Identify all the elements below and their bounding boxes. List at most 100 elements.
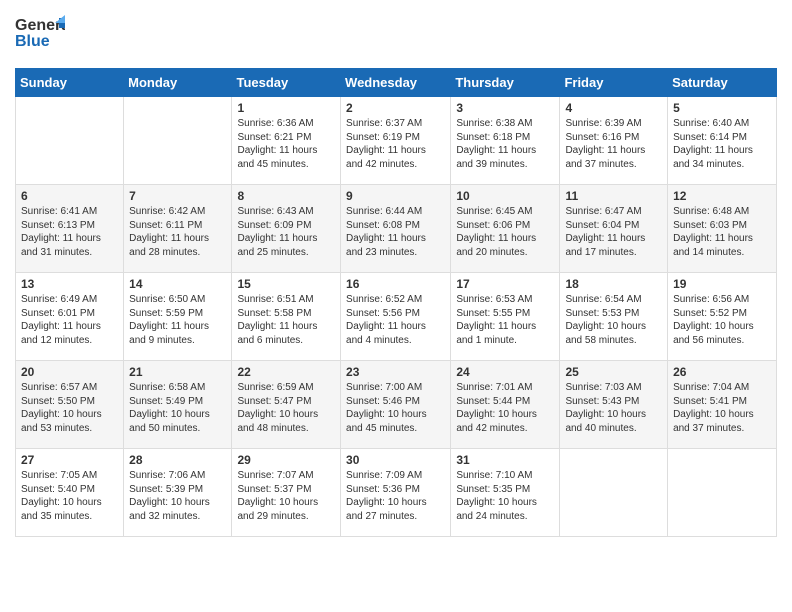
- day-number: 10: [456, 189, 554, 203]
- day-info: Sunrise: 6:59 AMSunset: 5:47 PMDaylight:…: [237, 381, 335, 435]
- day-info: Sunrise: 6:43 AMSunset: 6:09 PMDaylight:…: [237, 205, 335, 259]
- calendar-cell: 27 Sunrise: 7:05 AMSunset: 5:40 PMDayligh…: [16, 449, 124, 537]
- calendar-cell: 13 Sunrise: 6:49 AMSunset: 6:01 PMDayligh…: [16, 273, 124, 361]
- day-number: 12: [673, 189, 771, 203]
- calendar-cell: 7 Sunrise: 6:42 AMSunset: 6:11 PMDaylight…: [124, 185, 232, 273]
- day-number: 18: [565, 277, 662, 291]
- calendar-table: SundayMondayTuesdayWednesdayThursdayFrid…: [15, 68, 777, 537]
- calendar-cell: 10 Sunrise: 6:45 AMSunset: 6:06 PMDayligh…: [451, 185, 560, 273]
- header: General Blue: [15, 10, 777, 60]
- day-number: 8: [237, 189, 335, 203]
- calendar-cell: [16, 97, 124, 185]
- day-info: Sunrise: 6:54 AMSunset: 5:53 PMDaylight:…: [565, 293, 662, 347]
- weekday-header-tuesday: Tuesday: [232, 69, 341, 97]
- day-info: Sunrise: 6:38 AMSunset: 6:18 PMDaylight:…: [456, 117, 554, 171]
- day-number: 22: [237, 365, 335, 379]
- day-number: 1: [237, 101, 335, 115]
- weekday-header-monday: Monday: [124, 69, 232, 97]
- weekday-header-wednesday: Wednesday: [341, 69, 451, 97]
- day-number: 30: [346, 453, 445, 467]
- weekday-header-friday: Friday: [560, 69, 668, 97]
- calendar-cell: 19Sunrise: 6:56 AMSunset: 5:52 PMDayligh…: [668, 273, 777, 361]
- calendar-cell: 21Sunrise: 6:58 AMSunset: 5:49 PMDayligh…: [124, 361, 232, 449]
- day-number: 24: [456, 365, 554, 379]
- day-number: 14: [129, 277, 226, 291]
- day-number: 29: [237, 453, 335, 467]
- calendar-week-row: 6 Sunrise: 6:41 AMSunset: 6:13 PMDaylight…: [16, 185, 777, 273]
- calendar-cell: 9 Sunrise: 6:44 AMSunset: 6:08 PMDaylight…: [341, 185, 451, 273]
- calendar-cell: 4 Sunrise: 6:39 AMSunset: 6:16 PMDaylight…: [560, 97, 668, 185]
- calendar-cell: 29Sunrise: 7:07 AMSunset: 5:37 PMDayligh…: [232, 449, 341, 537]
- day-info: Sunrise: 6:45 AMSunset: 6:06 PMDaylight:…: [456, 205, 554, 259]
- day-number: 26: [673, 365, 771, 379]
- day-number: 4: [565, 101, 662, 115]
- calendar-cell: 26 Sunrise: 7:04 AMSunset: 5:41 PMDayligh…: [668, 361, 777, 449]
- day-number: 6: [21, 189, 118, 203]
- calendar-cell: 11Sunrise: 6:47 AMSunset: 6:04 PMDayligh…: [560, 185, 668, 273]
- weekday-header-thursday: Thursday: [451, 69, 560, 97]
- calendar-cell: 17Sunrise: 6:53 AMSunset: 5:55 PMDayligh…: [451, 273, 560, 361]
- day-info: Sunrise: 6:52 AMSunset: 5:56 PMDaylight:…: [346, 293, 445, 347]
- day-number: 23: [346, 365, 445, 379]
- calendar-cell: 18 Sunrise: 6:54 AMSunset: 5:53 PMDayligh…: [560, 273, 668, 361]
- day-info: Sunrise: 6:37 AMSunset: 6:19 PMDaylight:…: [346, 117, 445, 171]
- day-info: Sunrise: 7:09 AMSunset: 5:36 PMDaylight:…: [346, 469, 445, 523]
- day-info: Sunrise: 6:36 AMSunset: 6:21 PMDaylight:…: [237, 117, 335, 171]
- day-info: Sunrise: 6:49 AMSunset: 6:01 PMDaylight:…: [21, 293, 118, 347]
- day-number: 2: [346, 101, 445, 115]
- calendar-week-row: 13 Sunrise: 6:49 AMSunset: 6:01 PMDayligh…: [16, 273, 777, 361]
- calendar-cell: 30 Sunrise: 7:09 AMSunset: 5:36 PMDayligh…: [341, 449, 451, 537]
- calendar-cell: [124, 97, 232, 185]
- day-info: Sunrise: 6:57 AMSunset: 5:50 PMDaylight:…: [21, 381, 118, 435]
- calendar-cell: 22 Sunrise: 6:59 AMSunset: 5:47 PMDayligh…: [232, 361, 341, 449]
- calendar-cell: 31Sunrise: 7:10 AMSunset: 5:35 PMDayligh…: [451, 449, 560, 537]
- day-number: 13: [21, 277, 118, 291]
- day-info: Sunrise: 7:00 AMSunset: 5:46 PMDaylight:…: [346, 381, 445, 435]
- day-number: 9: [346, 189, 445, 203]
- weekday-header-row: SundayMondayTuesdayWednesdayThursdayFrid…: [16, 69, 777, 97]
- day-info: Sunrise: 6:56 AMSunset: 5:52 PMDaylight:…: [673, 293, 771, 347]
- day-info: Sunrise: 7:05 AMSunset: 5:40 PMDaylight:…: [21, 469, 118, 523]
- calendar-cell: 25 Sunrise: 7:03 AMSunset: 5:43 PMDayligh…: [560, 361, 668, 449]
- day-number: 7: [129, 189, 226, 203]
- day-info: Sunrise: 6:47 AMSunset: 6:04 PMDaylight:…: [565, 205, 662, 259]
- day-info: Sunrise: 7:03 AMSunset: 5:43 PMDaylight:…: [565, 381, 662, 435]
- day-number: 20: [21, 365, 118, 379]
- svg-text:Blue: Blue: [15, 33, 50, 50]
- day-number: 25: [565, 365, 662, 379]
- day-info: Sunrise: 6:44 AMSunset: 6:08 PMDaylight:…: [346, 205, 445, 259]
- logo: General Blue: [15, 10, 65, 60]
- calendar-week-row: 1 Sunrise: 6:36 AMSunset: 6:21 PMDaylight…: [16, 97, 777, 185]
- calendar-cell: 16 Sunrise: 6:52 AMSunset: 5:56 PMDayligh…: [341, 273, 451, 361]
- day-info: Sunrise: 6:42 AMSunset: 6:11 PMDaylight:…: [129, 205, 226, 259]
- calendar-cell: 12Sunrise: 6:48 AMSunset: 6:03 PMDayligh…: [668, 185, 777, 273]
- calendar-cell: 23 Sunrise: 7:00 AMSunset: 5:46 PMDayligh…: [341, 361, 451, 449]
- day-number: 3: [456, 101, 554, 115]
- day-info: Sunrise: 7:06 AMSunset: 5:39 PMDaylight:…: [129, 469, 226, 523]
- day-info: Sunrise: 7:10 AMSunset: 5:35 PMDaylight:…: [456, 469, 554, 523]
- day-info: Sunrise: 6:50 AMSunset: 5:59 PMDaylight:…: [129, 293, 226, 347]
- calendar-cell: 24Sunrise: 7:01 AMSunset: 5:44 PMDayligh…: [451, 361, 560, 449]
- day-number: 15: [237, 277, 335, 291]
- calendar-cell: 5Sunrise: 6:40 AMSunset: 6:14 PMDaylight…: [668, 97, 777, 185]
- calendar-cell: 3 Sunrise: 6:38 AMSunset: 6:18 PMDaylight…: [451, 97, 560, 185]
- calendar-cell: 8 Sunrise: 6:43 AMSunset: 6:09 PMDaylight…: [232, 185, 341, 273]
- weekday-header-sunday: Sunday: [16, 69, 124, 97]
- day-number: 21: [129, 365, 226, 379]
- day-number: 27: [21, 453, 118, 467]
- svg-text:General: General: [15, 17, 65, 34]
- day-info: Sunrise: 7:04 AMSunset: 5:41 PMDaylight:…: [673, 381, 771, 435]
- day-info: Sunrise: 6:39 AMSunset: 6:16 PMDaylight:…: [565, 117, 662, 171]
- calendar-cell: 28 Sunrise: 7:06 AMSunset: 5:39 PMDayligh…: [124, 449, 232, 537]
- day-info: Sunrise: 6:41 AMSunset: 6:13 PMDaylight:…: [21, 205, 118, 259]
- day-info: Sunrise: 6:51 AMSunset: 5:58 PMDaylight:…: [237, 293, 335, 347]
- calendar-cell: 14 Sunrise: 6:50 AMSunset: 5:59 PMDayligh…: [124, 273, 232, 361]
- day-number: 16: [346, 277, 445, 291]
- calendar-week-row: 27 Sunrise: 7:05 AMSunset: 5:40 PMDayligh…: [16, 449, 777, 537]
- page: General Blue SundayMondayTuesdayWednesda…: [0, 0, 792, 552]
- day-number: 5: [673, 101, 771, 115]
- calendar-cell: 20 Sunrise: 6:57 AMSunset: 5:50 PMDayligh…: [16, 361, 124, 449]
- calendar-cell: [668, 449, 777, 537]
- day-number: 28: [129, 453, 226, 467]
- calendar-cell: 2 Sunrise: 6:37 AMSunset: 6:19 PMDaylight…: [341, 97, 451, 185]
